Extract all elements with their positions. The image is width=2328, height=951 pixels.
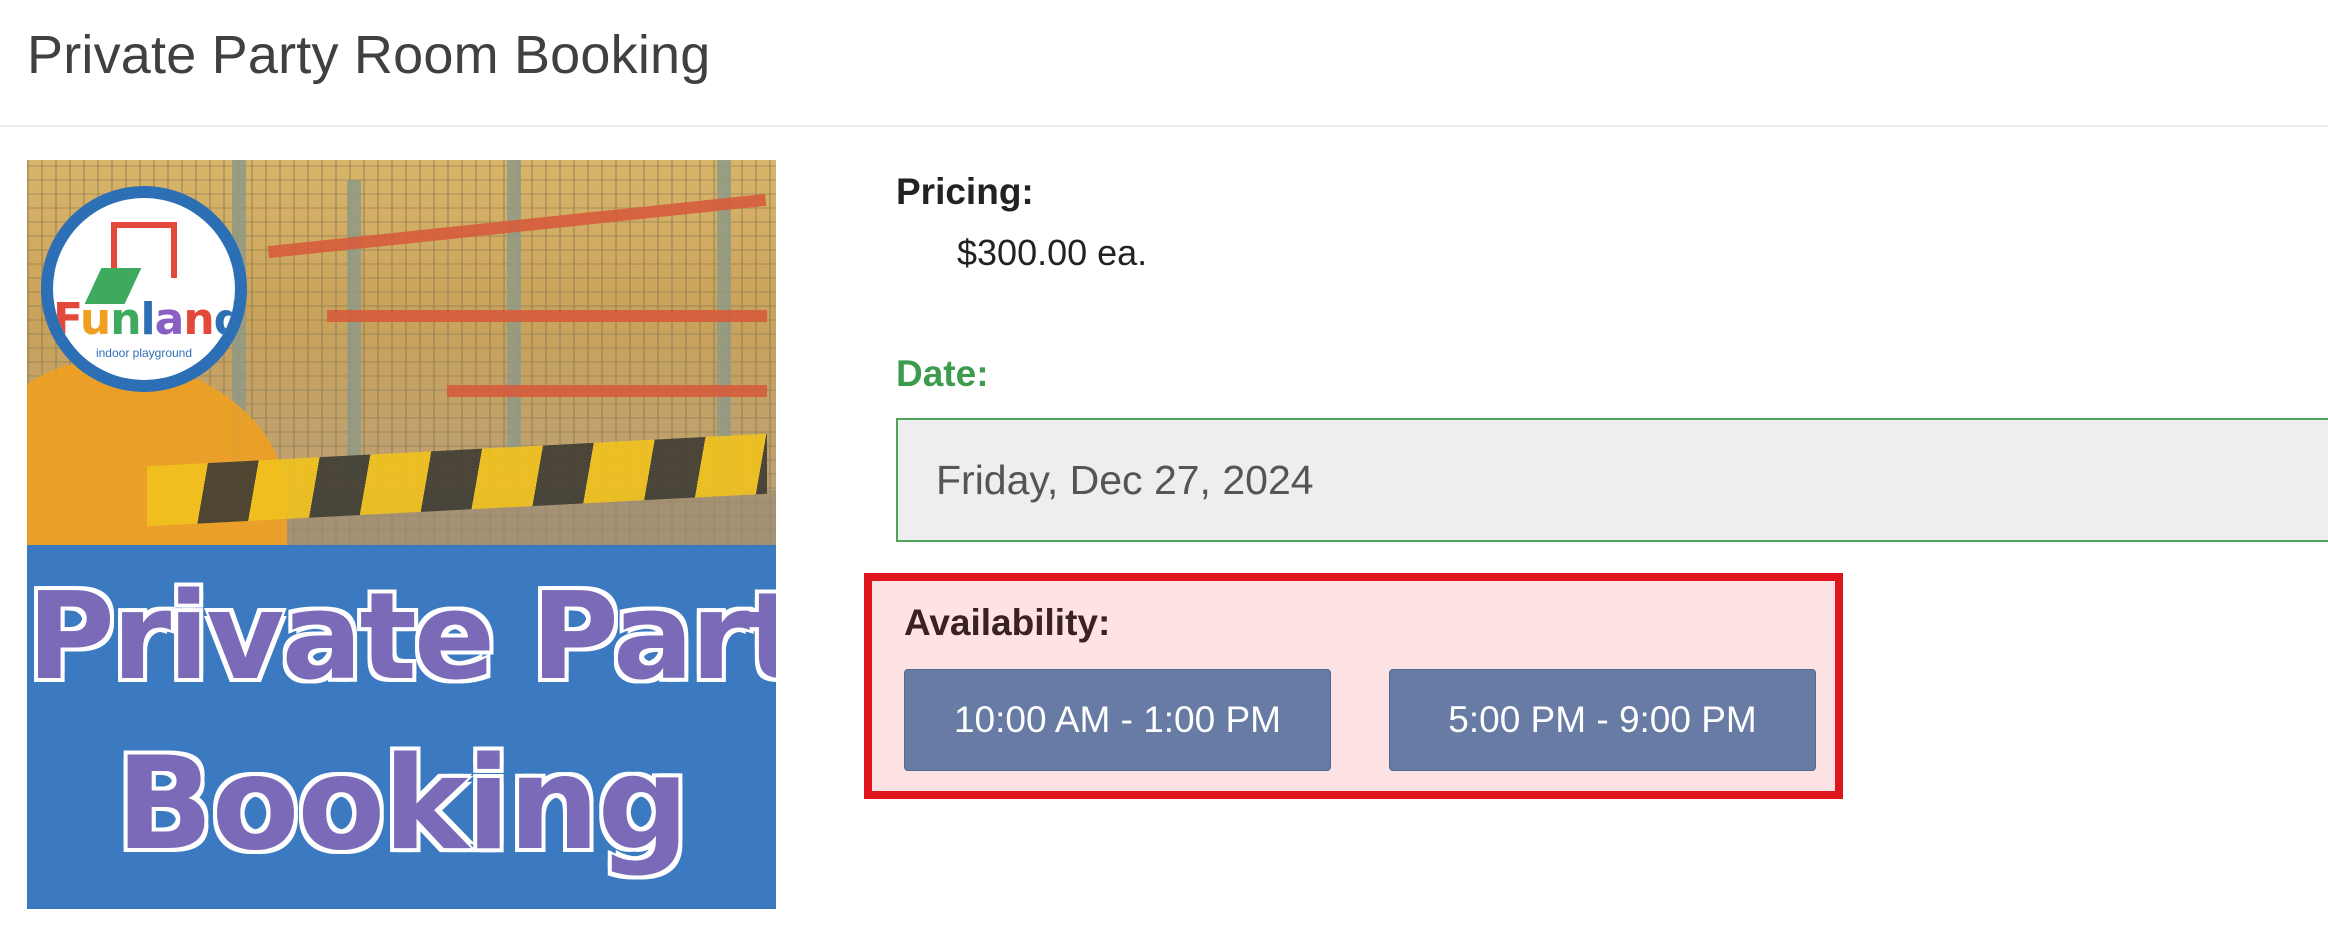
time-slot-button-evening[interactable]: 5:00 PM - 9:00 PM [1389,669,1816,771]
time-slot-button-morning[interactable]: 10:00 AM - 1:00 PM [904,669,1331,771]
logo-letter: l [140,294,156,345]
logo-inner: Funland indoor playground [53,198,235,380]
logo-letter: F [53,294,81,345]
funland-logo: Funland indoor playground [41,186,247,392]
logo-letter: n [110,294,141,345]
playground-photo: Funland indoor playground [27,160,776,545]
playground-post [347,180,361,480]
logo-letter: a [154,294,185,345]
product-image: Funland indoor playground Private Party … [27,160,776,909]
page-title: Private Party Room Booking [27,25,711,85]
date-label: Date: [896,353,989,394]
logo-letter: u [79,294,111,345]
page-header: Private Party Room Booking [0,0,2328,127]
date-field[interactable] [896,418,2328,542]
price-value: $300.00 ea. [957,232,1148,273]
playground-beam [327,310,767,322]
logo-wordmark: Funland [53,298,235,342]
playground-beam [447,385,767,397]
promo-banner: Private Party Booking [27,545,776,909]
logo-letter: d [213,294,235,345]
promo-line-2: Booking [114,728,691,881]
logo-letter: n [183,294,214,345]
logo-subtitle: indoor playground [95,346,193,360]
promo-line-1: Private Party [27,566,776,709]
pricing-label: Pricing: [896,171,1034,212]
availability-section: Availability: 10:00 AM - 1:00 PM 5:00 PM… [864,573,1843,799]
availability-label: Availability: [904,602,1111,643]
